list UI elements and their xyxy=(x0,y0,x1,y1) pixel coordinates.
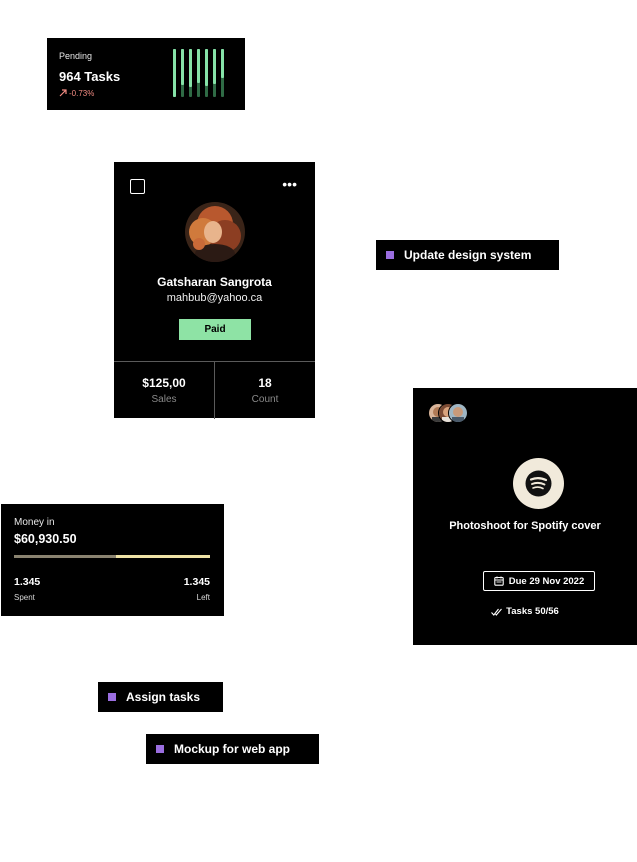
left-value: 1.345 xyxy=(183,576,210,588)
task-chip-label: Mockup for web app xyxy=(174,742,291,756)
pending-bar-fill xyxy=(181,49,184,85)
task-chip-update-design-system[interactable]: Update design system xyxy=(376,240,559,270)
pending-bar xyxy=(221,49,224,97)
money-progress-bar xyxy=(14,555,210,558)
stat-count: 18 Count xyxy=(214,362,315,419)
stat-sales: $125,00 Sales xyxy=(114,362,214,419)
money-value: $60,930.50 xyxy=(14,532,77,546)
pending-bar-fill xyxy=(221,49,224,78)
tasks-count: Tasks 50/56 xyxy=(506,606,559,617)
stat-label: Count xyxy=(251,394,279,405)
task-chip-assign-tasks[interactable]: Assign tasks xyxy=(98,682,223,712)
double-check-icon xyxy=(491,608,503,616)
pending-bar-fill xyxy=(173,49,176,97)
spotify-project-card[interactable]: Photoshoot for Spotify cover Due 29 Nov … xyxy=(413,388,637,645)
pending-value: 964 Tasks xyxy=(59,69,121,84)
tasks-progress: Tasks 50/56 xyxy=(413,606,637,617)
stat-label: Sales xyxy=(151,394,177,405)
spent-label: Spent xyxy=(14,593,35,602)
profile-stats: $125,00 Sales 18 Count xyxy=(114,361,315,419)
trend-arrow-icon xyxy=(59,89,67,97)
pending-label: Pending xyxy=(59,51,93,61)
task-chip-label: Update design system xyxy=(404,248,532,262)
customer-email: mahbub@yahoo.ca xyxy=(166,292,263,304)
pending-bar-chart xyxy=(173,49,229,99)
pending-bar xyxy=(173,49,176,97)
pending-bar xyxy=(189,49,192,97)
customer-profile-card: ••• Gatsharan Sangrota mahbub@yahoo.ca P… xyxy=(114,162,315,419)
spent-value: 1.345 xyxy=(14,576,41,588)
pending-delta-value: -0.73% xyxy=(69,89,95,98)
payment-status-badge[interactable]: Paid xyxy=(179,319,251,340)
task-marker-icon xyxy=(108,693,116,701)
pending-bar-fill xyxy=(213,49,216,84)
left-label: Left xyxy=(196,593,210,602)
money-label: Money in xyxy=(14,517,55,528)
avatar xyxy=(185,202,245,262)
project-title: Photoshoot for Spotify cover xyxy=(449,520,601,532)
pending-bar xyxy=(205,49,208,97)
due-date-label: Due 29 Nov 2022 xyxy=(508,575,585,587)
calendar-icon xyxy=(493,576,504,586)
due-date-button[interactable]: Due 29 Nov 2022 xyxy=(483,571,595,591)
task-marker-icon xyxy=(156,745,164,753)
pending-bar-fill xyxy=(189,49,192,87)
pending-bar-fill xyxy=(205,49,208,86)
select-checkbox[interactable] xyxy=(130,179,145,194)
pending-bar-fill xyxy=(197,49,200,83)
stat-value: $125,00 xyxy=(142,376,186,390)
spotify-logo-icon xyxy=(513,458,564,509)
stat-value: 18 xyxy=(258,376,272,390)
task-chip-label: Assign tasks xyxy=(126,690,201,704)
task-chip-mockup-web-app[interactable]: Mockup for web app xyxy=(146,734,319,764)
pending-bar xyxy=(181,49,184,97)
pending-bar xyxy=(213,49,216,97)
customer-name: Gatsharan Sangrota xyxy=(157,275,272,289)
more-options-icon[interactable]: ••• xyxy=(282,177,297,191)
pending-delta: -0.73% xyxy=(59,89,94,98)
avatar xyxy=(448,403,468,423)
pending-tasks-card: Pending 964 Tasks -0.73% xyxy=(47,38,245,110)
money-progress-fill xyxy=(14,555,116,558)
pending-bar xyxy=(197,49,200,97)
task-marker-icon xyxy=(386,251,394,259)
money-in-card: Money in $60,930.50 1.345 Spent 1.345 Le… xyxy=(1,504,224,616)
